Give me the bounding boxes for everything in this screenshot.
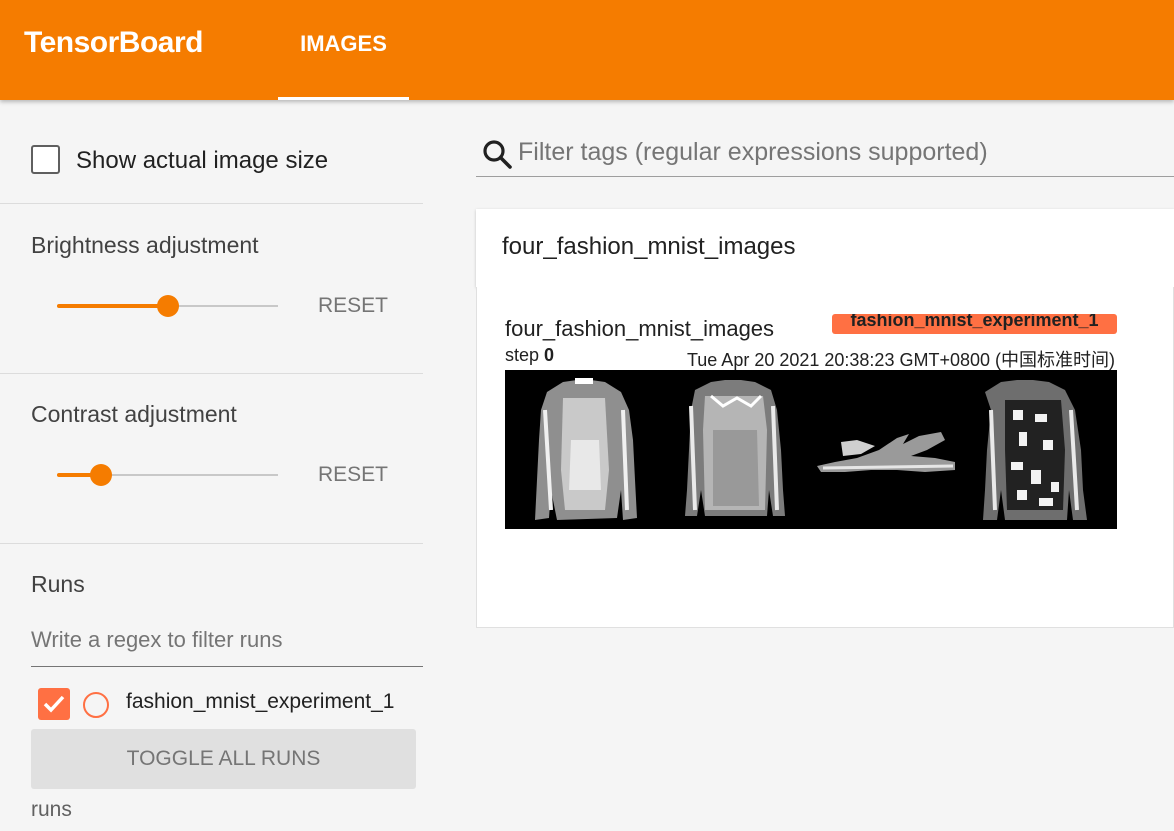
brightness-slider[interactable] [57,294,278,318]
contrast-reset-button[interactable]: RESET [318,463,388,487]
card-title: four_fashion_mnist_images [505,316,775,341]
image-card: four_fashion_mnist_images fashion_mnist_… [476,287,1174,628]
toggle-all-runs-button[interactable]: TOGGLE ALL RUNS [31,729,416,789]
sandal-image [817,432,955,472]
shirt-image-2 [685,380,785,516]
run-color-icon[interactable] [83,692,109,718]
brightness-section: Brightness adjustment RESET [0,204,423,374]
step-value: 0 [544,345,555,365]
run-badge: fashion_mnist_experiment_1 [832,314,1117,334]
brightness-title: Brightness adjustment [31,232,259,258]
step-info: step 0 [505,345,554,366]
app-header: TensorBoard IMAGES [0,0,1174,100]
runs-footer: runs [31,798,72,821]
tab-label: IMAGES [300,31,387,56]
contrast-title: Contrast adjustment [31,401,237,427]
sidebar: Show actual image size Brightness adjust… [0,100,423,831]
active-tab-indicator [278,97,409,100]
run-filter-input[interactable]: Write a regex to filter runs [31,625,423,667]
timestamp: Tue Apr 20 2021 20:38:23 GMT+0800 (中国标准时… [686,350,1115,370]
slider-thumb[interactable] [156,295,179,317]
brightness-reset-button[interactable]: RESET [318,294,388,318]
shirt-image-1 [535,378,637,520]
tag-group-title: four_fashion_mnist_images [502,233,796,260]
run-name: fashion_mnist_experiment_1 [126,690,395,713]
search-icon [483,140,512,169]
image-preview[interactable] [505,370,1117,529]
runs-title: Runs [31,571,85,597]
slider-thumb[interactable] [90,464,113,486]
tag-group-header[interactable]: four_fashion_mnist_images [476,209,1174,287]
tag-filter-input[interactable]: Filter tags (regular expressions support… [518,138,988,167]
actual-size-label[interactable]: Show actual image size [76,147,328,175]
actual-size-checkbox[interactable] [31,145,60,174]
tag-filter[interactable]: Filter tags (regular expressions support… [476,134,1174,177]
tab-images[interactable]: IMAGES [278,0,409,100]
run-checkbox[interactable] [38,688,70,720]
actual-size-section: Show actual image size [0,100,423,204]
slider-fill [57,304,168,308]
shirt-image-3 [983,380,1087,520]
app-title: TensorBoard [24,26,203,59]
contrast-slider[interactable] [57,463,278,487]
contrast-section: Contrast adjustment RESET [0,374,423,544]
step-label: step [505,345,540,365]
checkmark-icon [43,695,65,713]
